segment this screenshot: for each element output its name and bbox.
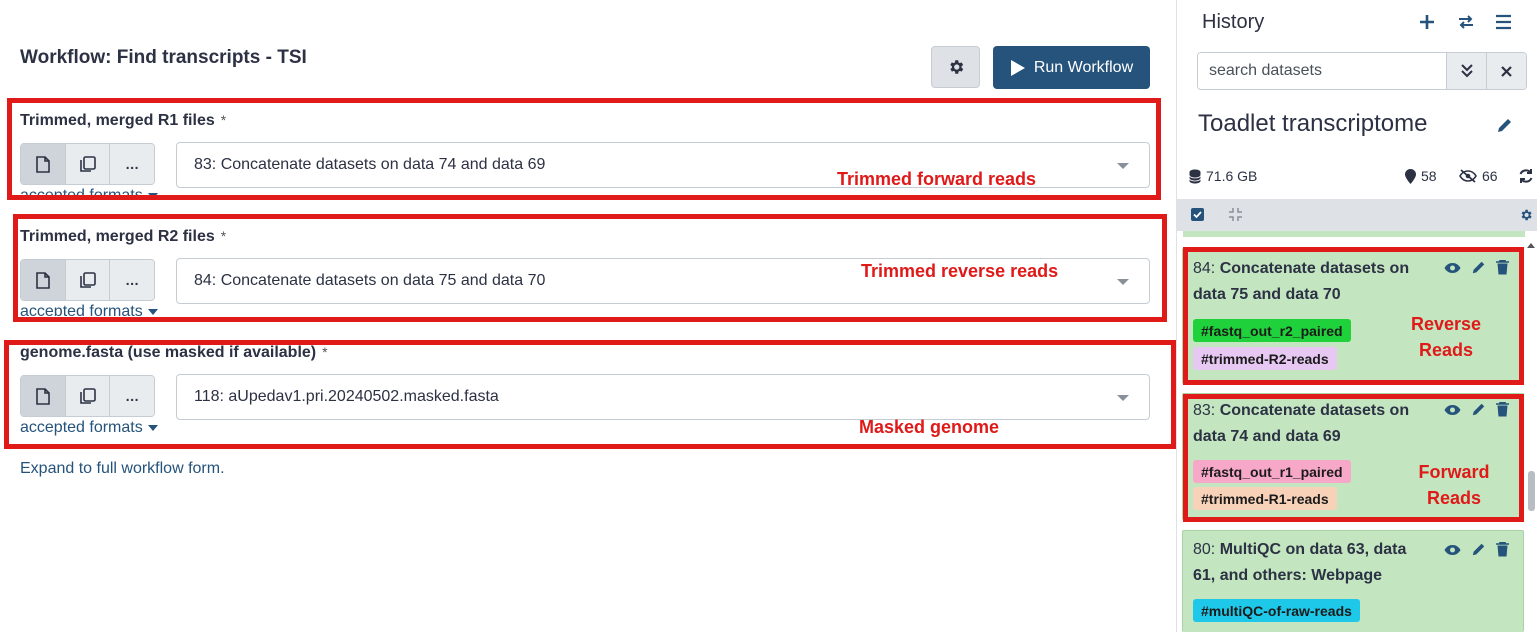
dataset-item-partial (1183, 231, 1525, 237)
dataset-tag[interactable]: #multiQC-of-raw-reads (1193, 599, 1360, 622)
collapse-icon[interactable] (1228, 207, 1243, 222)
double-chevron-down-icon (1460, 64, 1473, 78)
annotation-reverse: Trimmed reverse reads (861, 261, 1059, 281)
history-toolbar (1177, 199, 1537, 231)
clear-search-button[interactable] (1486, 53, 1526, 89)
refresh-icon[interactable] (1518, 168, 1534, 184)
run-workflow-label: Run Workflow (1033, 58, 1134, 76)
trash-icon[interactable] (1496, 542, 1509, 557)
history-title: History (1202, 11, 1265, 33)
scroll-up-arrow-icon[interactable] (1527, 243, 1535, 248)
eye-slash-icon (1459, 169, 1477, 183)
visible-count[interactable]: 58 (1405, 168, 1437, 184)
workflow-settings-button[interactable] (931, 46, 980, 88)
gear-icon (949, 60, 963, 74)
plus-icon[interactable] (1420, 14, 1434, 30)
play-icon (1010, 59, 1025, 76)
history-scrollbar[interactable] (1526, 243, 1537, 632)
select-items-icon[interactable] (1191, 208, 1204, 221)
advanced-search-button[interactable] (1446, 53, 1486, 89)
expand-full-form-link[interactable]: Expand to full workflow form. (20, 460, 225, 478)
dataset-item-80[interactable]: 80: MultiQC on data 63, data 61, and othe… (1182, 530, 1524, 632)
history-size-value: 71.6 GB (1206, 168, 1258, 184)
hidden-count-value: 66 (1482, 168, 1498, 184)
annotation-forward-reads: Forward Reads (1418, 462, 1490, 508)
workflow-run-panel: Workflow: Find transcripts - TSI Run Wor… (0, 0, 1176, 632)
run-workflow-button[interactable]: Run Workflow (993, 46, 1150, 89)
pencil-icon[interactable] (1471, 542, 1486, 557)
map-marker-icon (1405, 168, 1416, 184)
annotation-masked: Masked genome (859, 417, 1000, 437)
workflow-title: Workflow: Find transcripts - TSI (20, 47, 307, 68)
database-icon (1189, 169, 1201, 183)
annotation-box-genome (4, 340, 1176, 449)
search-input[interactable] (1198, 53, 1446, 89)
history-size[interactable]: 71.6 GB (1189, 168, 1257, 184)
gear-icon[interactable] (1519, 208, 1533, 222)
dataset-actions (1444, 542, 1509, 557)
pencil-icon[interactable] (1496, 117, 1513, 134)
hidden-count[interactable]: 66 (1459, 168, 1498, 184)
menu-icon[interactable] (1496, 14, 1511, 30)
eye-icon[interactable] (1444, 544, 1461, 556)
dataset-title: 80: MultiQC on data 63, data 61, and othe… (1193, 541, 1407, 584)
annotation-forward: Trimmed forward reads (837, 169, 1037, 189)
switch-history-icon[interactable] (1458, 14, 1474, 30)
history-name: Toadlet transcriptome (1198, 110, 1428, 137)
close-icon (1501, 65, 1512, 77)
visible-count-value: 58 (1421, 168, 1437, 184)
scrollbar-thumb[interactable] (1528, 471, 1535, 511)
annotation-reverse-reads: Reverse Reads (1410, 314, 1482, 360)
dataset-search (1197, 52, 1527, 90)
